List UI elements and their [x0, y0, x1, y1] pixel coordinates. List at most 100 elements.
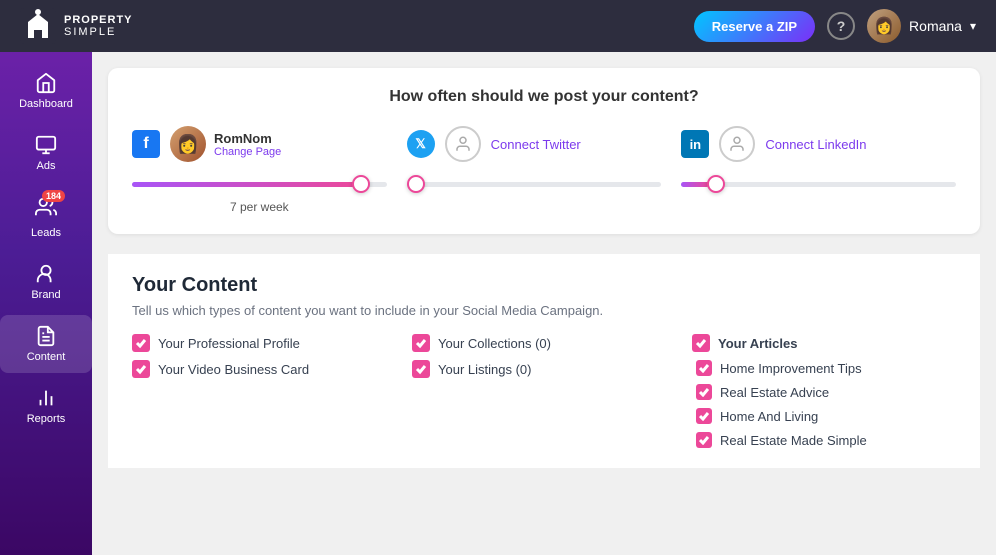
user-icon — [454, 135, 472, 153]
checkbox-collections[interactable] — [412, 334, 430, 352]
user-icon-li — [728, 135, 746, 153]
sidebar-item-brand[interactable]: Brand — [0, 253, 92, 311]
sub-check-icon-2 — [699, 387, 709, 397]
logo-icon — [20, 8, 56, 44]
brand-icon — [35, 263, 57, 285]
sidebar-label-content: Content — [27, 351, 66, 363]
help-button[interactable]: ? — [827, 12, 855, 40]
checkbox-professional-profile[interactable] — [132, 334, 150, 352]
subcheckbox-home-improvement[interactable] — [696, 360, 712, 376]
twitter-icon: 𝕏 — [407, 130, 435, 158]
home-icon — [35, 72, 57, 94]
sub-check-icon-1 — [699, 363, 709, 373]
sidebar-item-reports[interactable]: Reports — [0, 377, 92, 435]
label-real-estate-advice: Real Estate Advice — [720, 385, 829, 400]
content-icon — [35, 325, 57, 347]
logo-subtext: SIMPLE — [64, 26, 133, 38]
main-content: How often should we post your content? f… — [92, 52, 996, 555]
twitter-header: 𝕏 Connect Twitter — [407, 126, 682, 162]
facebook-slider[interactable] — [132, 174, 387, 194]
sidebar-item-content[interactable]: Content — [0, 315, 92, 373]
content-col-3: Your Articles Home Improvement Tips Real… — [692, 334, 956, 448]
sidebar-item-leads[interactable]: 184 Leads — [0, 186, 92, 249]
subcheckbox-home-and-living[interactable] — [696, 408, 712, 424]
check-listings: Your Listings (0) — [412, 360, 676, 378]
label-home-and-living: Home And Living — [720, 409, 818, 424]
linkedin-slider[interactable] — [681, 174, 956, 194]
content-col-2: Your Collections (0) Your Listings (0) — [412, 334, 676, 448]
post-frequency-title: How often should we post your content? — [132, 88, 956, 106]
sidebar-label-leads: Leads — [31, 227, 61, 239]
check-home-improvement: Home Improvement Tips — [692, 360, 956, 376]
facebook-change-page[interactable]: Change Page — [214, 146, 281, 158]
check-video-business-card: Your Video Business Card — [132, 360, 396, 378]
twitter-slider-track — [407, 182, 662, 187]
sidebar-label-dashboard: Dashboard — [19, 98, 73, 110]
logo-text: PROPERTY — [64, 14, 133, 26]
logo: PROPERTY SIMPLE — [20, 8, 133, 44]
label-real-estate-made-simple: Real Estate Made Simple — [720, 433, 867, 448]
user-menu[interactable]: 👩 Romana ▾ — [867, 9, 976, 43]
linkedin-connect-link[interactable]: Connect LinkedIn — [765, 137, 866, 152]
check-icon-4 — [415, 363, 427, 375]
checkbox-video-business-card[interactable] — [132, 360, 150, 378]
sidebar: Dashboard Ads 184 Leads Brand Content Re… — [0, 52, 92, 555]
check-collections: Your Collections (0) — [412, 334, 676, 352]
check-icon-2 — [135, 363, 147, 375]
linkedin-connect-circle — [719, 126, 755, 162]
checkbox-listings[interactable] — [412, 360, 430, 378]
facebook-user: 👩 RomNom Change Page — [170, 126, 281, 162]
twitter-slider[interactable] — [407, 174, 662, 194]
leads-badge: 184 — [42, 190, 65, 202]
check-real-estate-advice: Real Estate Advice — [692, 384, 956, 400]
content-col-1: Your Professional Profile Your Video Bus… — [132, 334, 396, 448]
your-content-title: Your Content — [132, 274, 956, 297]
header-right: Reserve a ZIP ? 👩 Romana ▾ — [694, 9, 976, 43]
sub-check-icon-4 — [699, 435, 709, 445]
sidebar-label-reports: Reports — [27, 413, 66, 425]
label-home-improvement: Home Improvement Tips — [720, 361, 862, 376]
twitter-slider-thumb[interactable] — [407, 175, 425, 193]
check-real-estate-made-simple: Real Estate Made Simple — [692, 432, 956, 448]
sidebar-label-brand: Brand — [31, 289, 60, 301]
subcheckbox-real-estate-advice[interactable] — [696, 384, 712, 400]
sidebar-label-ads: Ads — [37, 160, 56, 172]
sidebar-item-dashboard[interactable]: Dashboard — [0, 62, 92, 120]
linkedin-col: in Connect LinkedIn — [681, 126, 956, 194]
twitter-connect-link[interactable]: Connect Twitter — [491, 137, 581, 152]
twitter-col: 𝕏 Connect Twitter — [407, 126, 682, 194]
leads-badge-wrap: 184 — [35, 196, 57, 223]
facebook-slider-thumb[interactable] — [352, 175, 370, 193]
subcheckbox-real-estate-made-simple[interactable] — [696, 432, 712, 448]
sidebar-item-ads[interactable]: Ads — [0, 124, 92, 182]
user-name-label: Romana — [909, 18, 962, 34]
facebook-user-name: RomNom — [214, 131, 281, 146]
facebook-avatar: 👩 — [170, 126, 206, 162]
chevron-down-icon: ▾ — [970, 19, 976, 33]
linkedin-connect-area: Connect LinkedIn — [719, 126, 866, 162]
twitter-connect-circle — [445, 126, 481, 162]
linkedin-slider-fill — [681, 182, 708, 187]
ads-icon — [35, 134, 57, 156]
label-video-business-card: Your Video Business Card — [158, 362, 309, 377]
linkedin-slider-thumb[interactable] — [707, 175, 725, 193]
linkedin-icon: in — [681, 130, 709, 158]
avatar: 👩 — [867, 9, 901, 43]
facebook-header: f 👩 RomNom Change Page — [132, 126, 407, 162]
reserve-zip-button[interactable]: Reserve a ZIP — [694, 11, 815, 42]
social-row: f 👩 RomNom Change Page — [132, 126, 956, 214]
label-listings: Your Listings (0) — [438, 362, 531, 377]
your-content-subtitle: Tell us which types of content you want … — [132, 303, 956, 318]
facebook-slider-track — [132, 182, 387, 187]
check-professional-profile: Your Professional Profile — [132, 334, 396, 352]
facebook-slider-label: 7 per week — [132, 200, 387, 214]
twitter-connect-area: Connect Twitter — [445, 126, 581, 162]
facebook-icon: f — [132, 130, 160, 158]
facebook-col: f 👩 RomNom Change Page — [132, 126, 407, 214]
reports-icon — [35, 387, 57, 409]
checkbox-your-articles[interactable] — [692, 334, 710, 352]
facebook-slider-fill — [132, 182, 361, 187]
check-your-articles: Your Articles — [692, 334, 956, 352]
facebook-info: RomNom Change Page — [214, 131, 281, 158]
check-icon-3 — [415, 337, 427, 349]
